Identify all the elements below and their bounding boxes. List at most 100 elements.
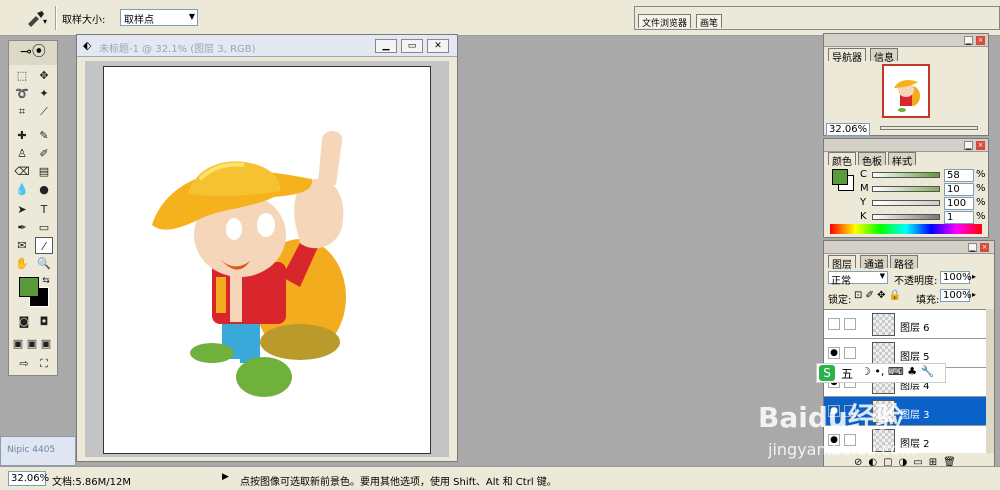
tab-info[interactable]: 信息 (870, 48, 898, 64)
layers-panel-header[interactable]: ▁ × (824, 241, 994, 254)
channel-slider[interactable] (872, 186, 940, 192)
close-button[interactable]: ✕ (427, 39, 449, 53)
type-tool-icon[interactable]: T (35, 201, 53, 218)
maximize-button[interactable]: ▭ (401, 39, 423, 53)
document-titlebar[interactable]: ⬖ 未标题-1 @ 32.1% (图层 3, RGB) ▁ ▭ ✕ (77, 35, 457, 57)
color-panel-header[interactable]: ▁ × (824, 139, 988, 152)
notes-tool-icon[interactable]: ✉ (13, 237, 31, 254)
gradient-tool-icon[interactable]: ▤ (35, 163, 53, 180)
navigator-preview[interactable] (882, 64, 930, 118)
layer-name: 图层 5 (900, 352, 930, 363)
tab-layers[interactable]: 图层 (828, 255, 856, 271)
imageready-icon[interactable]: ⛶ (35, 355, 53, 372)
panel-close-button[interactable]: × (980, 243, 989, 252)
channel-label: M (860, 183, 869, 194)
lock-icons[interactable]: ⊡ ✐ ✥ 🔒 (854, 290, 901, 301)
opacity-label: 不透明度: (894, 276, 938, 287)
foreground-color-swatch[interactable] (19, 277, 39, 297)
history-brush-icon[interactable]: ✐ (35, 145, 53, 162)
tab-swatches[interactable]: 色板 (858, 152, 886, 168)
minimize-button[interactable]: ▁ (375, 39, 397, 53)
channel-slider[interactable] (872, 214, 940, 220)
channel-value[interactable]: 10 (944, 183, 974, 196)
tab-file-browser[interactable]: 文件浏览器 (638, 14, 692, 29)
lasso-tool-icon[interactable]: ➰ (13, 85, 31, 102)
jump-to-imageready-icon[interactable]: ⇨ (15, 355, 33, 372)
shape-tool-icon[interactable]: ▭ (35, 219, 53, 236)
magic-wand-icon[interactable]: ✦ (35, 85, 53, 102)
color-panel-foreground[interactable] (832, 169, 848, 185)
layer-link-icon[interactable] (844, 347, 856, 359)
panel-minimize-button[interactable]: ▁ (964, 141, 973, 150)
eye-icon[interactable]: ● (828, 347, 840, 359)
tab-channels[interactable]: 通道 (860, 255, 888, 271)
slice-tool-icon[interactable]: ⟋ (35, 103, 53, 120)
crop-tool-icon[interactable]: ⌗ (13, 103, 31, 120)
hand-tool-icon[interactable]: ✋ (13, 255, 31, 272)
fill-field[interactable]: 100% (940, 289, 972, 302)
sample-size-label: 取样大小: (62, 15, 106, 26)
navigator-panel-header[interactable]: ▁ × (824, 34, 988, 47)
channel-value[interactable]: 58 (944, 169, 974, 182)
sample-size-select[interactable]: 取样点 ▼ (120, 9, 198, 26)
eye-icon[interactable] (828, 318, 840, 330)
standard-mode-icon[interactable]: ◙ (15, 313, 33, 330)
layer-link-icon[interactable] (844, 318, 856, 330)
fill-arrow-icon[interactable]: ▸ (972, 290, 976, 299)
zoom-field[interactable]: 32.06% (8, 471, 49, 486)
adobe-feather-icon[interactable]: ⊸⦿ (9, 41, 57, 65)
eraser-tool-icon[interactable]: ⌫ (13, 163, 31, 180)
channel-value[interactable]: 100 (944, 197, 974, 210)
layers-scrollbar[interactable] (986, 309, 994, 453)
panel-minimize-button[interactable]: ▁ (964, 36, 973, 45)
screen-mode-full-icon[interactable]: ▣ (39, 335, 53, 352)
panel-minimize-button[interactable]: ▁ (968, 243, 977, 252)
channel-slider[interactable] (872, 200, 940, 206)
layer-row[interactable]: 图层 6 (824, 310, 986, 339)
channel-unit: % (976, 183, 986, 194)
navigator-thumbnail (894, 80, 920, 112)
healing-brush-icon[interactable]: ✚ (13, 127, 31, 144)
tab-color[interactable]: 颜色 (828, 152, 856, 168)
color-panel: ▁ × 颜色 色板 样式 C 58 % M 10 % Y 100 % K 1 % (823, 138, 989, 238)
color-spectrum-bar[interactable] (830, 224, 982, 234)
clone-stamp-icon[interactable]: ♙ (13, 145, 31, 162)
photoshop-doc-icon: ⬖ (83, 39, 92, 52)
status-arrow-icon[interactable]: ▶ (222, 472, 229, 482)
opacity-field[interactable]: 100% (940, 271, 972, 284)
tab-navigator[interactable]: 导航器 (828, 48, 866, 64)
tab-brushes[interactable]: 画笔 (696, 14, 723, 29)
panel-close-button[interactable]: × (976, 141, 985, 150)
watermark-logo: Baidu经验 (758, 401, 904, 434)
move-tool-icon[interactable]: ✥ (35, 67, 53, 84)
eyedropper-tool-icon[interactable]: ⁄ (35, 237, 53, 254)
pen-tool-icon[interactable]: ✒ (13, 219, 31, 236)
swap-colors-icon[interactable]: ⇆ (37, 273, 55, 290)
canvas[interactable] (103, 66, 431, 454)
quick-mask-icon[interactable]: ◘ (35, 313, 53, 330)
path-select-icon[interactable]: ➤ (13, 201, 31, 218)
watermark-url: jingyan.baidu.com (768, 440, 916, 459)
tab-styles[interactable]: 样式 (888, 152, 916, 168)
eyedropper-preset-icon[interactable]: ▾ (22, 8, 50, 28)
brush-tool-icon[interactable]: ✎ (35, 127, 53, 144)
dodge-tool-icon[interactable]: ● (35, 181, 53, 198)
channel-value[interactable]: 1 (944, 211, 974, 224)
zoom-tool-icon[interactable]: 🔍 (35, 255, 53, 272)
minimized-document[interactable]: Nipic 4405 (0, 436, 76, 466)
panel-close-button[interactable]: × (976, 36, 985, 45)
layer-name: 图层 6 (900, 323, 930, 334)
channel-slider[interactable] (872, 172, 940, 178)
blend-mode-select[interactable]: 正常 ▼ (828, 271, 888, 287)
navigator-panel: ▁ × 导航器 信息 32.06% (823, 33, 989, 136)
screen-mode-menu-icon[interactable]: ▣ (25, 335, 39, 352)
ime-toolbar[interactable]: S 五 ☽ •, ⌨ ♣ 🔧 (816, 363, 946, 383)
tab-paths[interactable]: 路径 (890, 255, 918, 271)
navigator-zoom-slider[interactable] (880, 126, 978, 130)
navigator-zoom-field[interactable]: 32.06% (826, 123, 870, 136)
blur-tool-icon[interactable]: 💧 (13, 181, 31, 198)
marquee-tool-icon[interactable]: ⬚ (13, 67, 31, 84)
opacity-arrow-icon[interactable]: ▸ (972, 272, 976, 281)
screen-mode-standard-icon[interactable]: ▣ (11, 335, 25, 352)
channel-unit: % (976, 169, 986, 180)
